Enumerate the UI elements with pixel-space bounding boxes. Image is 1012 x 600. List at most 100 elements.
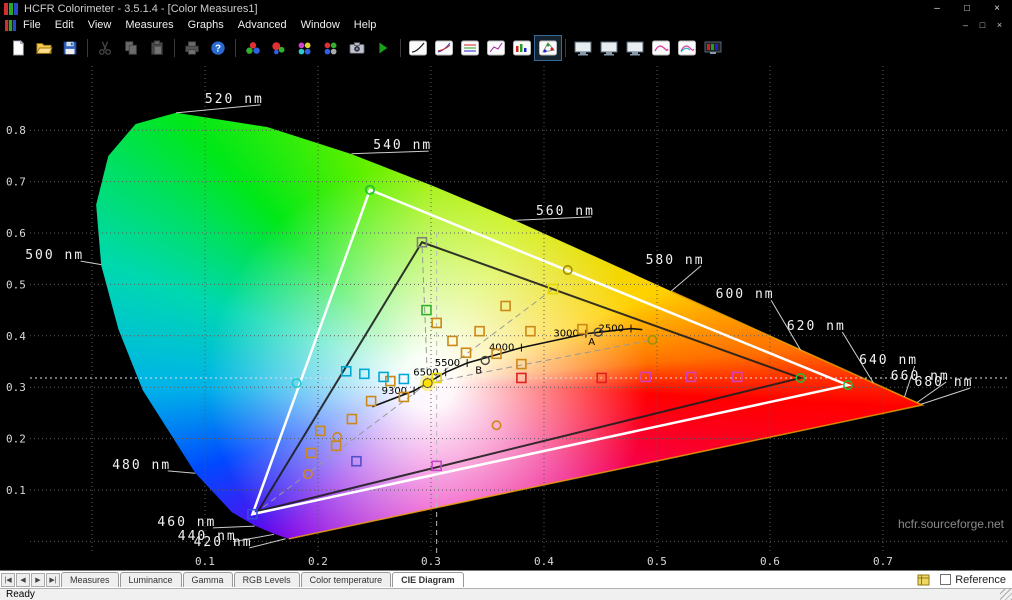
cut-button[interactable] [92, 36, 118, 60]
mdi-minimize-button[interactable]: – [957, 20, 974, 30]
cie-chart-area: 9300 6500 5500 4000 3000 2500 A B 520 nm 540 nm 56… [0, 62, 1012, 570]
measure-marker [474, 325, 485, 337]
wavelength-label: 560 nm [536, 204, 595, 219]
paste-button[interactable] [144, 36, 170, 60]
temperature-label: 5500 [435, 358, 460, 369]
menu-window[interactable]: Window [294, 19, 347, 31]
illuminant-label: B [475, 365, 482, 376]
view-display-1-button[interactable] [570, 36, 596, 60]
tab-gamma[interactable]: Gamma [182, 572, 233, 587]
wavelength-label: 520 nm [205, 92, 264, 107]
measure-marker [491, 420, 502, 431]
y-tick-label: 0.1 [6, 484, 26, 497]
wavelength-label: 420 nm [194, 535, 253, 550]
tab-rgb-levels[interactable]: RGB Levels [233, 572, 300, 587]
measure-marker [731, 371, 743, 383]
mdi-controls: – □ × [957, 20, 1008, 30]
mdi-close-button[interactable]: × [991, 20, 1008, 30]
toolbar-separator [565, 38, 566, 57]
menu-help[interactable]: Help [347, 19, 384, 31]
view-saturation-luminance-button[interactable] [648, 36, 674, 60]
save-button[interactable] [57, 36, 83, 60]
menu-view[interactable]: View [81, 19, 119, 31]
gamut-guide-line [421, 242, 429, 384]
cie-diagram-overlay: 93006500550040003000 2500AB520 nm540 nm56… [6, 66, 1008, 568]
view-measures-summary-button[interactable] [700, 36, 726, 60]
mdi-restore-button[interactable]: □ [974, 20, 991, 30]
view-display-3-button[interactable] [622, 36, 648, 60]
titlebar: HCFR Colorimeter - 3.5.1.4 - [Color Meas… [0, 0, 1012, 17]
y-tick-label: 0.4 [6, 330, 26, 343]
resize-grip[interactable] [1000, 589, 1012, 600]
view-saturation-shift-button[interactable] [674, 36, 700, 60]
open-button[interactable] [31, 36, 57, 60]
measure-all-button[interactable] [318, 36, 344, 60]
measure-marker [359, 368, 370, 380]
x-tick-label: 0.6 [760, 555, 780, 568]
tab-measures[interactable]: Measures [61, 572, 119, 587]
measure-secondaries-button[interactable] [292, 36, 318, 60]
view-rgb-levels-button[interactable] [457, 36, 483, 60]
tabs: Measures Luminance Gamma RGB Levels Color te… [60, 572, 464, 587]
tab-color-temperature[interactable]: Color temperature [300, 572, 392, 587]
wavelength-leader-line [167, 470, 196, 474]
reference-checkbox-box[interactable] [940, 574, 952, 585]
measure-primaries-button[interactable] [266, 36, 292, 60]
wavelength-label: 540 nm [373, 138, 432, 153]
maximize-button[interactable]: □ [952, 3, 982, 14]
toolbar-separator [174, 38, 175, 57]
tab-scroll-next[interactable]: ▶ [31, 572, 45, 587]
snapshot-button[interactable] [344, 36, 370, 60]
minimize-button[interactable]: – [922, 3, 952, 14]
view-color-temperature-button[interactable] [483, 36, 509, 60]
view-histogram-button[interactable] [509, 36, 535, 60]
wavelength-leader-line [212, 525, 255, 529]
view-gamma-button[interactable] [431, 36, 457, 60]
y-tick-label: 0.2 [6, 433, 26, 446]
menu-edit[interactable]: Edit [48, 19, 81, 31]
measure-marker [330, 440, 342, 452]
wavelength-leader-line [670, 265, 702, 292]
wavelength-label: 580 nm [646, 253, 705, 268]
menu-file[interactable]: File [16, 19, 48, 31]
gamut-guide-line [257, 382, 428, 512]
app-icon [4, 2, 18, 15]
wavelength-leader-line [248, 538, 286, 549]
tab-bar: |◀ ◀ ▶ ▶| Measures Luminance Gamma RGB Levels C… [0, 570, 1012, 588]
measure-grayscale-button[interactable] [240, 36, 266, 60]
copy-button[interactable] [118, 36, 144, 60]
x-tick-label: 0.4 [534, 555, 554, 568]
white-point-marker [422, 378, 433, 389]
datagrid-icon[interactable] [917, 574, 930, 586]
close-button[interactable]: × [982, 3, 1012, 14]
menu-advanced[interactable]: Advanced [231, 19, 294, 31]
wavelength-label: 460 nm [157, 515, 216, 530]
wavelength-label: 480 nm [112, 458, 171, 473]
measure-marker [516, 358, 527, 370]
temperature-label: 3000 [553, 329, 578, 340]
measure-marker [640, 371, 652, 383]
view-luminance-button[interactable] [405, 36, 431, 60]
menu-measures[interactable]: Measures [118, 19, 180, 31]
menu-graphs[interactable]: Graphs [181, 19, 231, 31]
new-button[interactable] [5, 36, 31, 60]
tab-scroll-first[interactable]: |◀ [1, 572, 15, 587]
reference-checkbox[interactable]: Reference [940, 574, 1006, 586]
window-title: HCFR Colorimeter - 3.5.1.4 - [Color Meas… [24, 2, 258, 15]
tab-luminance[interactable]: Luminance [119, 572, 182, 587]
gamut-guide-line [427, 339, 653, 384]
run-measures-button[interactable] [370, 36, 396, 60]
view-display-2-button[interactable] [596, 36, 622, 60]
y-tick-label: 0.6 [6, 227, 26, 240]
y-tick-label: 0.7 [6, 176, 26, 189]
view-cie-diagram-button[interactable] [534, 34, 562, 61]
tab-scroll-last[interactable]: ▶| [46, 572, 60, 587]
toolbar: ? [0, 33, 1012, 62]
print-button[interactable] [179, 36, 205, 60]
document-window-icon[interactable] [5, 19, 16, 31]
tab-scroll-prev[interactable]: ◀ [16, 572, 30, 587]
measured-gamut-triangle [255, 241, 804, 513]
help-button[interactable]: ? [205, 36, 231, 60]
tab-cie-diagram[interactable]: CIE Diagram [392, 572, 464, 587]
reference-label: Reference [955, 573, 1006, 586]
